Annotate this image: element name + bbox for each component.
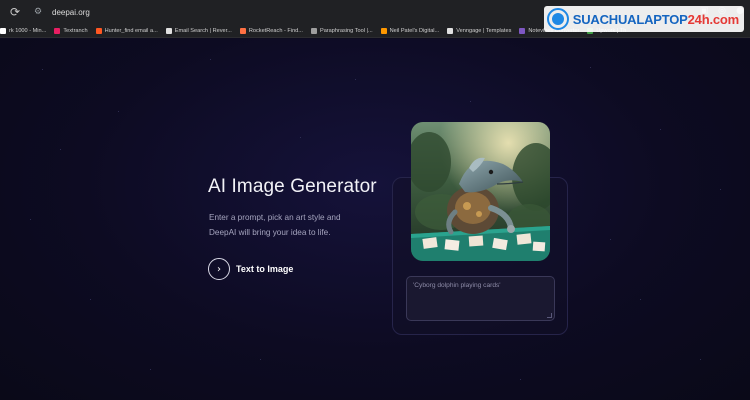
text-to-image-button[interactable]: › Text to Image — [208, 258, 293, 280]
watermark-text-main: SUACHUALAPTOP — [572, 11, 688, 27]
bookmark-item[interactable]: Email Search | Rever... — [165, 24, 232, 37]
url-field[interactable]: deepai.org — [52, 8, 90, 17]
watermark-gear-icon — [546, 8, 569, 30]
generated-image-preview[interactable] — [411, 122, 550, 261]
bookmark-item[interactable]: Neil Patel's Digital... — [380, 24, 439, 37]
text-to-image-label[interactable]: Text to Image — [236, 264, 293, 274]
bookmark-favicon-icon — [519, 27, 526, 34]
hero-description: Enter a prompt, pick an art style and De… — [209, 213, 341, 237]
bookmark-favicon-icon — [239, 27, 246, 34]
prompt-placeholder: 'Cyborg dolphin playing cards' — [413, 282, 501, 289]
page-content — [0, 39, 750, 400]
bookmark-favicon-icon — [165, 27, 172, 34]
bookmark-item[interactable]: Textranch — [54, 24, 88, 37]
bookmark-favicon-icon — [95, 27, 102, 34]
bookmark-favicon-icon — [310, 27, 317, 34]
chevron-right-icon[interactable]: › — [208, 258, 230, 280]
watermark-logo: SUACHUALAPTOP24h.com — [543, 6, 744, 32]
reload-icon[interactable]: ⟳ — [6, 3, 24, 21]
bookmark-favicon-icon — [0, 27, 6, 34]
bookmark-favicon-icon — [54, 27, 61, 34]
resize-handle-icon[interactable] — [547, 313, 552, 318]
bookmark-favicon-icon — [380, 27, 387, 34]
prompt-input[interactable]: 'Cyborg dolphin playing cards' — [406, 276, 555, 321]
watermark-text-domain: 24h.com — [687, 11, 740, 27]
bookmark-item[interactable]: Venngage | Templates — [447, 24, 511, 37]
site-info-icon[interactable]: ⚙ — [30, 4, 46, 20]
page-title: AI Image Generator — [208, 176, 377, 197]
bookmark-item[interactable]: rk 1000 - Min... — [0, 24, 46, 37]
bookmark-favicon-icon — [447, 27, 454, 34]
bookmark-item[interactable]: Hunter_find email a... — [95, 24, 158, 37]
bookmark-item[interactable]: Paraphrasing Tool |... — [310, 24, 373, 37]
bookmark-item[interactable]: RocketReach - Find... — [239, 24, 303, 37]
